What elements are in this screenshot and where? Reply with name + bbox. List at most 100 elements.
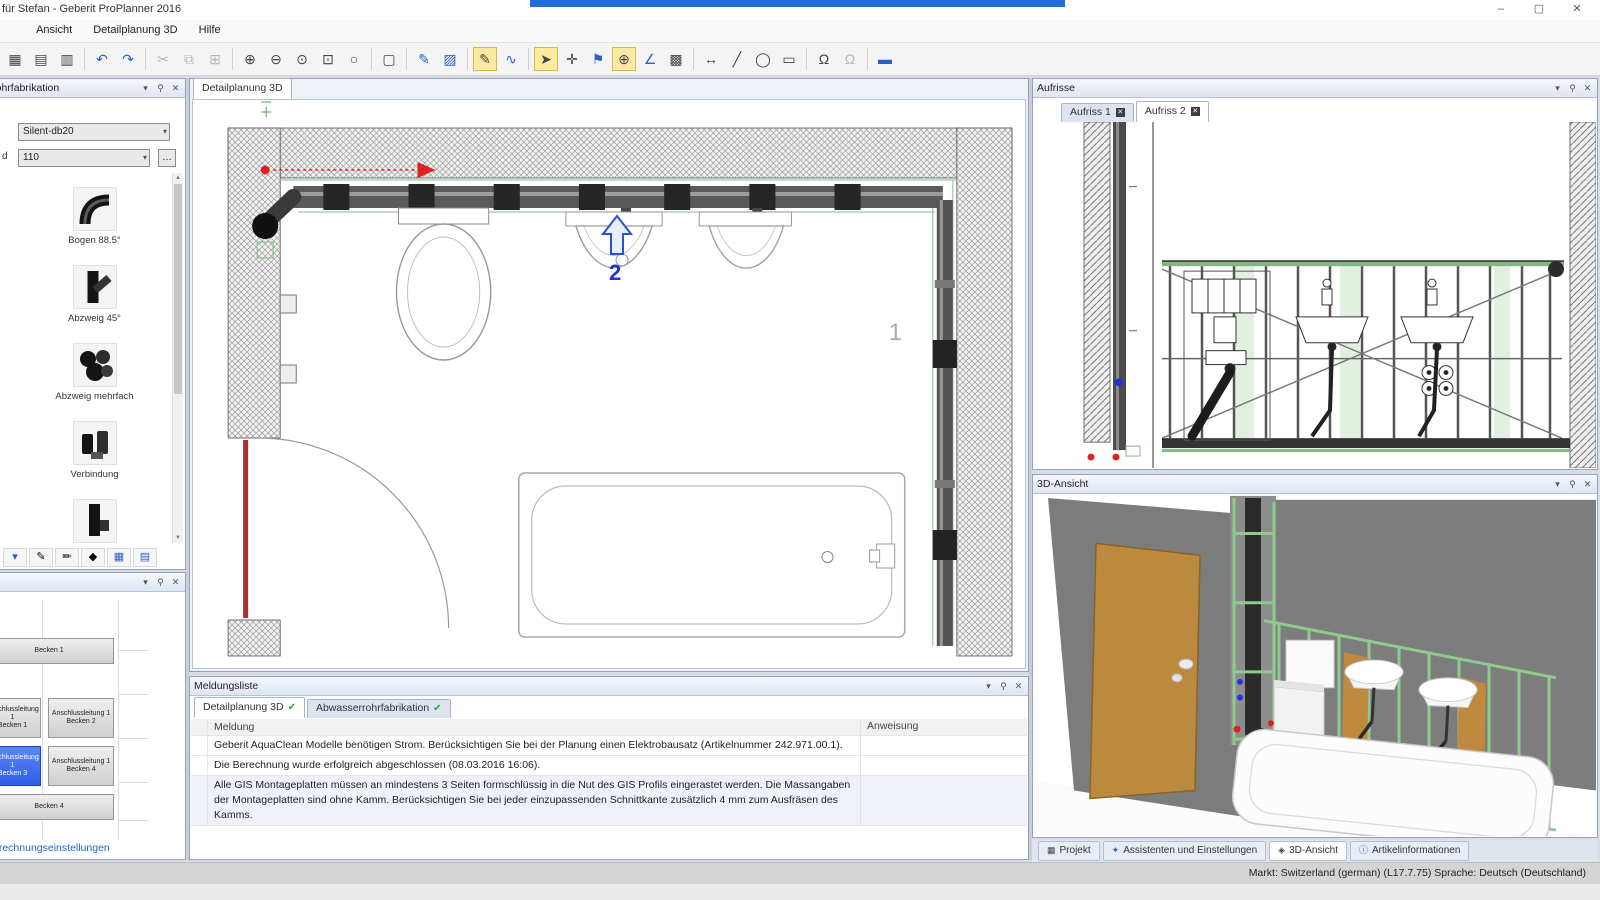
minimize-button[interactable]: – (1486, 1, 1516, 18)
tab-aufriss-1[interactable]: Aufriss 1✕ (1061, 103, 1134, 122)
scroll-up-icon[interactable]: ▲ (173, 173, 183, 183)
measure-tool-icon[interactable]: ∠ (638, 47, 662, 71)
schematic-node[interactable]: Anschlussleitung 1Becken 2 (48, 698, 114, 738)
undo-icon[interactable]: ↶ (90, 47, 114, 71)
schematic-node[interactable]: Becken 4 (0, 794, 114, 820)
panel-menu-icon[interactable]: ▾ (138, 573, 153, 591)
zoom-in-icon[interactable]: ⊕ (238, 47, 262, 71)
panel-close-icon[interactable]: ✕ (168, 79, 183, 97)
flag-tool-icon[interactable]: ⚑ (586, 47, 610, 71)
accent-strip (530, 0, 1065, 7)
calculation-settings-link[interactable]: Berechnungseinstellungen (0, 842, 110, 854)
detailplanung-panel: Detailplanung 3D (189, 78, 1029, 672)
zoom-previous-icon[interactable]: ○ (342, 47, 366, 71)
list-item[interactable] (42, 499, 147, 543)
grid-icon[interactable]: ▦ (107, 548, 131, 567)
table-row[interactable]: Geberit AquaClean Modelle benötigen Stro… (191, 736, 1027, 756)
list-item[interactable]: Bogen 88.5° (42, 187, 147, 246)
list-icon[interactable]: ▤ (133, 548, 157, 567)
text-field-tool-icon[interactable]: ▬ (873, 47, 897, 71)
schematic-canvas[interactable]: Becken 1 Anschlussleitung 1Becken 1 Ansc… (0, 592, 185, 859)
scrollbar-thumb[interactable] (174, 184, 182, 394)
close-tab-icon[interactable]: ✕ (1191, 107, 1200, 116)
close-tab-icon[interactable]: ✕ (1116, 108, 1125, 117)
ellipse-tool-icon[interactable]: ◯ (751, 47, 775, 71)
list-item[interactable]: Abzweig mehrfach (42, 343, 147, 402)
hatch-tool-icon[interactable]: ▨ (438, 47, 462, 71)
schematic-node-selected[interactable]: Anschlussleitung 1Becken 3 (0, 746, 41, 786)
schematic-node[interactable]: Anschlussleitung 1Becken 4 (48, 746, 114, 786)
panel-close-icon[interactable]: ✕ (168, 573, 183, 591)
schematic-node[interactable]: Becken 1 (0, 638, 114, 664)
3d-viewport[interactable] (1034, 494, 1596, 836)
messages-tab-detailplanung[interactable]: Detailplanung 3D✔ (194, 697, 305, 718)
scroll-down-icon[interactable]: ▼ (173, 533, 183, 543)
diameter-dropdown[interactable]: 110▾ (18, 149, 150, 167)
zoom-window-icon[interactable]: ⊙ (290, 47, 314, 71)
tab-artikelinformationen[interactable]: ⓘArtikelinformationen (1350, 841, 1469, 861)
catalog-scrollbar[interactable]: ▲ ▼ (172, 173, 183, 543)
elevation-viewport[interactable] (1034, 122, 1596, 468)
panel-menu-icon[interactable]: ▾ (138, 79, 153, 97)
group-tool-icon[interactable]: ▩ (664, 47, 688, 71)
plan-canvas[interactable]: 2 1 (192, 99, 1026, 669)
panel-menu-icon[interactable]: ▾ (1550, 79, 1565, 97)
panel-close-icon[interactable]: ✕ (1580, 475, 1595, 493)
panel-pin-icon[interactable]: ⚲ (1565, 475, 1580, 493)
list-item[interactable]: Abzweig 45° (42, 265, 147, 324)
edit-tool-icon[interactable]: ✎ (473, 47, 497, 71)
copy-icon[interactable]: ⧉ (177, 47, 201, 71)
schematic-node[interactable]: Anschlussleitung 1Becken 1 (0, 698, 41, 738)
panel-menu-icon[interactable]: ▾ (1550, 475, 1565, 493)
move-tool-icon[interactable]: ✛ (560, 47, 584, 71)
maximize-button[interactable]: ▢ (1524, 1, 1554, 18)
close-button[interactable]: ✕ (1562, 1, 1592, 18)
panel-pin-icon[interactable]: ⚲ (996, 677, 1011, 695)
annotate-icon[interactable]: ✏ (55, 548, 79, 567)
tab-projekt[interactable]: ▦Projekt (1038, 841, 1100, 861)
pointer-tool-icon[interactable]: ➤ (534, 47, 558, 71)
zoom-fit-icon[interactable]: ⊡ (316, 47, 340, 71)
print-icon[interactable]: ▤ (29, 47, 53, 71)
draw-icon[interactable]: ✎ (29, 548, 53, 567)
3d-scene (1034, 494, 1596, 836)
status-market-language: Markt: Switzerland (german) (L17.7.75) S… (1249, 867, 1586, 879)
panel-pin-icon[interactable]: ⚲ (153, 79, 168, 97)
part-icon[interactable]: ◆ (81, 548, 105, 567)
menu-hilfe[interactable]: Hilfe (190, 20, 230, 40)
selection-marquee-icon[interactable]: ▢ (377, 47, 401, 71)
rectangle-tool-icon[interactable]: ▭ (777, 47, 801, 71)
panel-pin-icon[interactable]: ⚲ (1565, 79, 1580, 97)
pipe-system-dropdown[interactable]: Silent-db20▾ (18, 123, 170, 141)
filter-icon[interactable]: ▾ (3, 548, 27, 567)
tab-detailplanung-3d[interactable]: Detailplanung 3D (193, 78, 292, 99)
zoom-selection-icon[interactable]: ⊕ (612, 47, 636, 71)
panel-pin-icon[interactable]: ⚲ (153, 573, 168, 591)
panel-menu-icon[interactable]: ▾ (981, 677, 996, 695)
save-icon[interactable]: ▦ (3, 47, 27, 71)
menu-ansicht[interactable]: Ansicht (27, 20, 81, 40)
tab-3d-ansicht[interactable]: ◈3D-Ansicht (1269, 841, 1347, 861)
connect-tool-icon[interactable]: ∿ (499, 47, 523, 71)
zoom-out-icon[interactable]: ⊖ (264, 47, 288, 71)
messages-tab-abwasserrohrfabrikation[interactable]: Abwasserrohrfabrikation✔ (307, 699, 451, 718)
redo-icon[interactable]: ↷ (116, 47, 140, 71)
paste-icon[interactable]: ⊞ (203, 47, 227, 71)
table-row[interactable]: Die Berechnung wurde erfolgreich abgesch… (191, 756, 1027, 776)
catalog-list[interactable]: Bogen 88.5° Abzweig 45° Abzweig mehrfach (2, 173, 184, 543)
redline-icon[interactable]: ✎ (412, 47, 436, 71)
tab-assistenten-und-einstellungen[interactable]: ✦Assistenten und Einstellungen (1103, 841, 1267, 861)
report-icon[interactable]: ▥ (55, 47, 79, 71)
line-tool-icon[interactable]: ╱ (725, 47, 749, 71)
tab-aufriss-2[interactable]: Aufriss 2✕ (1136, 101, 1209, 122)
table-row[interactable]: Alle GIS Montageplatten müssen an mindes… (191, 776, 1027, 826)
panel-close-icon[interactable]: ✕ (1580, 79, 1595, 97)
lock-closed-icon[interactable]: Ω (812, 47, 836, 71)
lock-open-icon[interactable]: Ω (838, 47, 862, 71)
panel-close-icon[interactable]: ✕ (1011, 677, 1026, 695)
list-item[interactable]: Verbindung (42, 421, 147, 480)
dimension-tool-icon[interactable]: ↔ (699, 47, 723, 71)
menu-detailplanung-3d[interactable]: Detailplanung 3D (84, 20, 186, 40)
cut-icon[interactable]: ✂ (151, 47, 175, 71)
browse-button[interactable]: … (158, 149, 176, 167)
